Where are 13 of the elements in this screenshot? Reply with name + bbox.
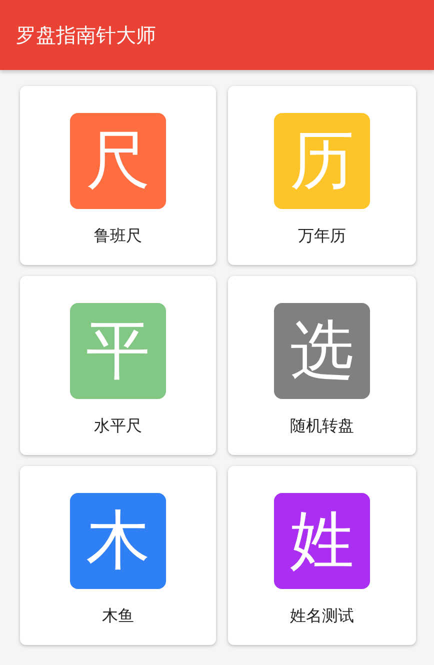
tool-icon: 选 xyxy=(274,303,370,399)
tool-icon: 尺 xyxy=(70,113,166,209)
app-title: 罗盘指南针大师 xyxy=(16,22,156,48)
tool-icon: 平 xyxy=(70,303,166,399)
tool-card[interactable]: 历 万年历 xyxy=(228,86,416,265)
tool-card[interactable]: 尺 鲁班尺 xyxy=(20,86,216,265)
tool-card[interactable]: 木 木鱼 xyxy=(20,466,216,645)
tool-icon: 历 xyxy=(274,113,370,209)
tool-icon: 木 xyxy=(70,493,166,589)
tool-icon: 姓 xyxy=(274,493,370,589)
tool-card[interactable]: 选 随机转盘 xyxy=(228,276,416,455)
tool-card[interactable]: 平 水平尺 xyxy=(20,276,216,455)
tool-card[interactable]: 姓 姓名测试 xyxy=(228,466,416,645)
